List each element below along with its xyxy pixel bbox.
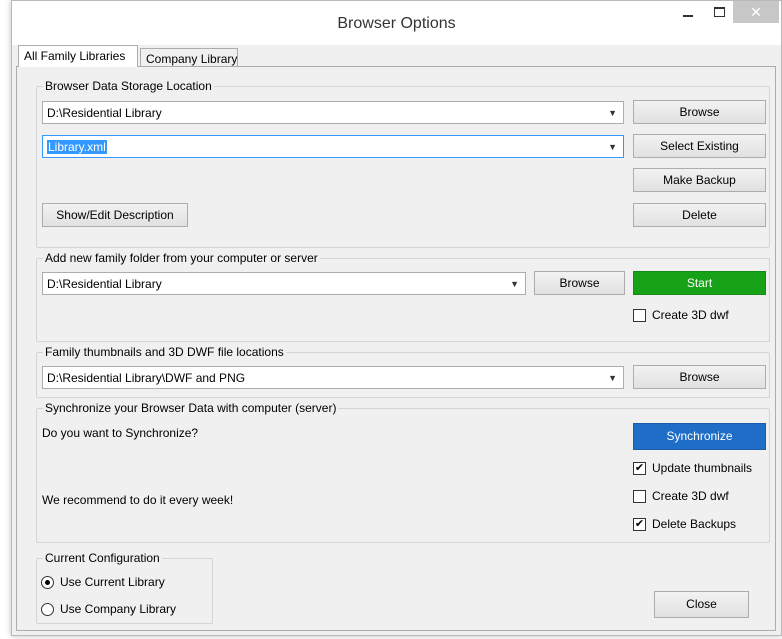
make-backup-button[interactable]: Make Backup [633, 168, 766, 192]
thumbnails-label: Family thumbnails and 3D DWF file locati… [43, 345, 286, 359]
storage-location-group: Browser Data Storage Location D:\Residen… [36, 79, 770, 248]
chevron-down-icon: ▼ [510, 279, 519, 289]
use-company-library-radio[interactable]: Use Company Library [41, 602, 176, 616]
add-folder-label: Add new family folder from your computer… [43, 251, 320, 265]
add-folder-path-value: D:\Residential Library [47, 277, 162, 291]
library-file-value: Library.xml [47, 140, 107, 154]
title-bar: Browser Options ✕ [12, 1, 781, 45]
window-title: Browser Options [337, 15, 456, 32]
use-current-library-label: Use Current Library [60, 575, 165, 589]
use-company-library-label: Use Company Library [60, 602, 177, 616]
close-button[interactable]: Close [654, 591, 749, 618]
maximize-button[interactable] [706, 1, 732, 23]
synchronize-recommendation: We recommend to do it every week! [42, 493, 234, 507]
synchronize-label: Synchronize your Browser Data with compu… [43, 401, 339, 415]
minimize-icon [683, 15, 693, 17]
chevron-down-icon: ▼ [608, 108, 617, 118]
close-icon: ✕ [750, 3, 762, 20]
synchronize-button[interactable]: Synchronize [633, 423, 766, 450]
delete-backups-label: Delete Backups [652, 517, 737, 531]
tab-panel: Browser Data Storage Location D:\Residen… [16, 66, 776, 631]
check-icon: ✔ [633, 517, 646, 531]
chevron-down-icon: ▼ [608, 142, 617, 152]
sync-create-3d-dwf-checkbox[interactable]: Create 3D dwf [633, 489, 729, 503]
delete-button[interactable]: Delete [633, 203, 766, 227]
create-3d-dwf-label: Create 3D dwf [652, 308, 729, 322]
maximize-icon [713, 7, 725, 17]
tab-company-library[interactable]: Company Library [140, 48, 238, 67]
minimize-button[interactable] [675, 1, 701, 23]
create-3d-dwf-checkbox[interactable]: Create 3D dwf [633, 308, 729, 322]
thumbnails-browse-button[interactable]: Browse [633, 365, 766, 389]
add-folder-browse-button[interactable]: Browse [534, 271, 625, 295]
current-configuration-group: Current Configuration Use Current Librar… [36, 551, 213, 624]
show-edit-description-button[interactable]: Show/Edit Description [42, 203, 188, 227]
browser-options-window: Browser Options ✕ All Family Libraries C… [11, 0, 782, 636]
start-button[interactable]: Start [633, 271, 766, 295]
checkbox-box [633, 308, 646, 322]
select-existing-button[interactable]: Select Existing [633, 134, 766, 158]
thumbnails-path-value: D:\Residential Library\DWF and PNG [47, 371, 246, 385]
chevron-down-icon: ▼ [608, 373, 617, 383]
radio-selected-icon [41, 575, 54, 589]
add-folder-path-combo[interactable]: D:\Residential Library ▼ [42, 272, 526, 295]
use-current-library-radio[interactable]: Use Current Library [41, 575, 165, 589]
update-thumbnails-checkbox[interactable]: ✔ Update thumbnails [633, 461, 752, 475]
check-icon: ✔ [633, 461, 646, 475]
delete-backups-checkbox[interactable]: ✔ Delete Backups [633, 517, 736, 531]
storage-path-combo[interactable]: D:\Residential Library ▼ [42, 101, 624, 124]
storage-location-label: Browser Data Storage Location [43, 79, 214, 93]
synchronize-group: Synchronize your Browser Data with compu… [36, 401, 770, 543]
thumbnails-path-combo[interactable]: D:\Residential Library\DWF and PNG ▼ [42, 366, 624, 389]
storage-path-value: D:\Residential Library [47, 106, 162, 120]
close-window-button[interactable]: ✕ [733, 1, 779, 23]
synchronize-question: Do you want to Synchronize? [42, 426, 199, 440]
current-configuration-label: Current Configuration [43, 551, 162, 565]
sync-create-3d-dwf-label: Create 3D dwf [652, 489, 729, 503]
tab-all-family-libraries[interactable]: All Family Libraries [18, 45, 138, 67]
storage-browse-button[interactable]: Browse [633, 100, 766, 124]
library-file-combo[interactable]: Library.xml ▼ [42, 135, 624, 158]
add-folder-group: Add new family folder from your computer… [36, 251, 770, 342]
checkbox-box [633, 489, 646, 503]
radio-unselected-icon [41, 602, 54, 616]
update-thumbnails-label: Update thumbnails [652, 461, 753, 475]
thumbnails-group: Family thumbnails and 3D DWF file locati… [36, 345, 770, 398]
